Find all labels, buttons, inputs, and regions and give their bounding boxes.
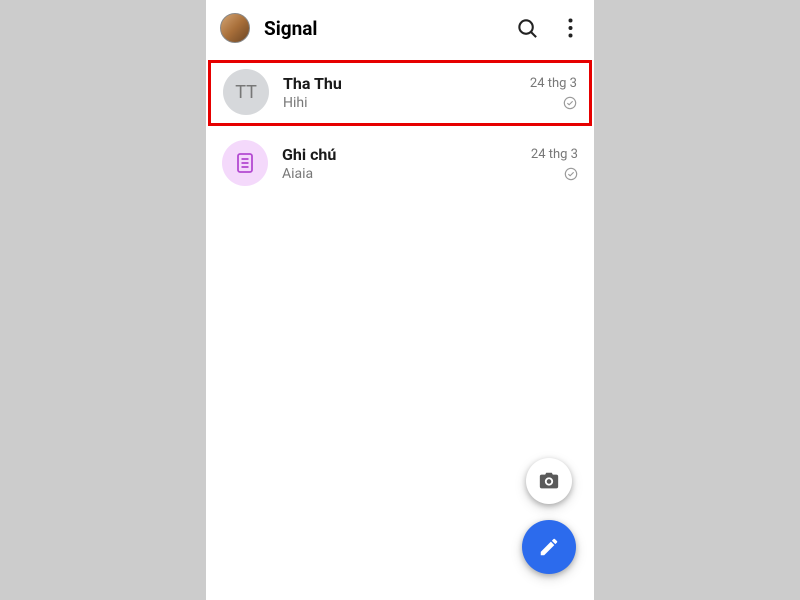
timestamp: 24 thg 3 [530, 76, 577, 91]
conversation-text: Tha Thu Hihi [283, 74, 516, 111]
note-icon [233, 151, 257, 175]
contact-name: Tha Thu [283, 74, 516, 93]
contact-name: Ghi chú [282, 145, 517, 164]
sent-status-icon [564, 166, 578, 180]
timestamp: 24 thg 3 [531, 147, 578, 162]
conversation-text: Ghi chú Aiaia [282, 145, 517, 182]
search-icon[interactable] [514, 15, 540, 41]
contact-avatar: TT [223, 69, 269, 115]
conversation-list: TT Tha Thu Hihi 24 thg 3 [206, 56, 594, 196]
sent-status-icon [563, 95, 577, 109]
conversation-row[interactable]: TT Tha Thu Hihi 24 thg 3 [208, 60, 592, 126]
app-title: Signal [264, 17, 500, 40]
notes-avatar [222, 140, 268, 186]
app-screen: Signal TT Tha Thu Hihi 24 t [206, 0, 594, 600]
camera-button[interactable] [526, 458, 572, 504]
avatar-initials: TT [235, 82, 257, 103]
camera-icon [538, 470, 560, 492]
more-options-icon[interactable] [562, 15, 578, 41]
last-message: Aiaia [282, 166, 517, 182]
profile-avatar[interactable] [220, 13, 250, 43]
conversation-meta: 24 thg 3 [530, 76, 577, 109]
app-header: Signal [206, 0, 594, 56]
compose-button[interactable] [522, 520, 576, 574]
last-message: Hihi [283, 95, 516, 111]
conversation-meta: 24 thg 3 [531, 147, 578, 180]
conversation-row[interactable]: Ghi chú Aiaia 24 thg 3 [206, 130, 594, 196]
pencil-icon [538, 536, 560, 558]
